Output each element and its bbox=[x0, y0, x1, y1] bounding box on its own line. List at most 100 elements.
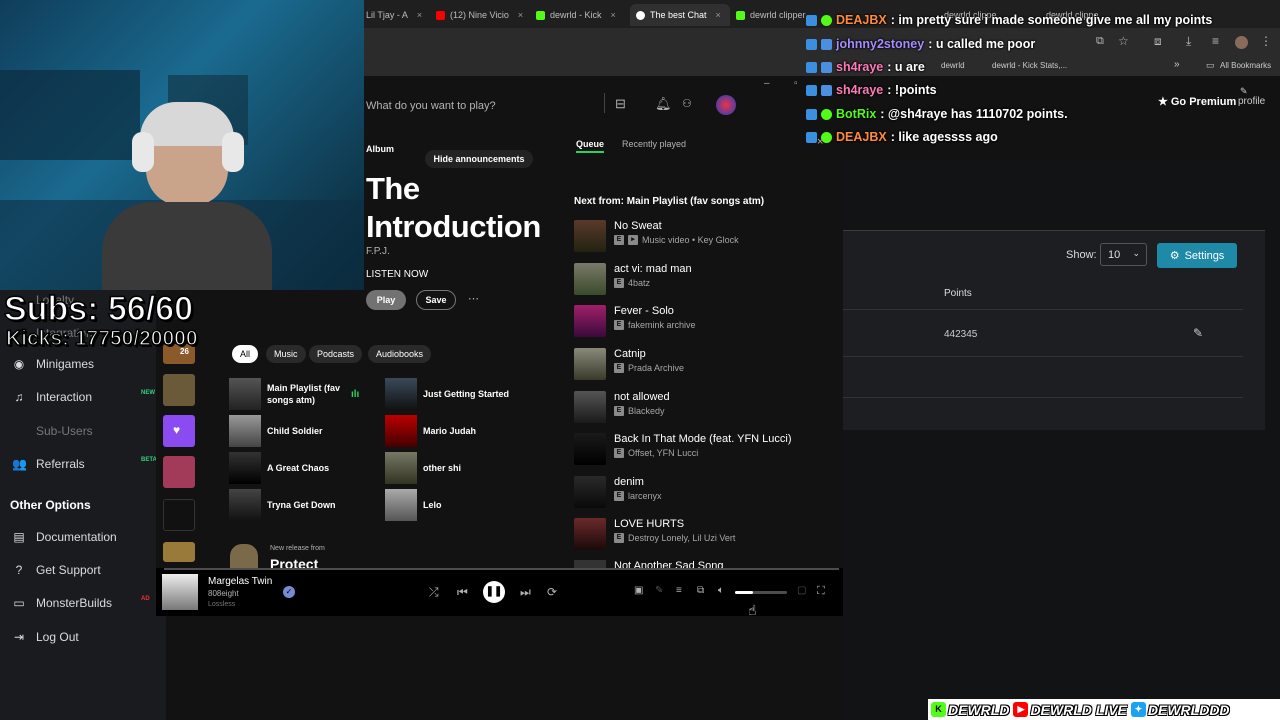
sidebar-item-interaction[interactable]: ♫ Interaction bbox=[12, 390, 93, 404]
filter-all[interactable]: All bbox=[232, 345, 259, 363]
queue-item-clipped[interactable]: Not Another Sad Song bbox=[574, 558, 834, 568]
pause-button[interactable]: ❚❚ bbox=[483, 581, 505, 603]
browse-icon[interactable]: ⊟ bbox=[615, 96, 626, 112]
next-icon[interactable]: ⏭ bbox=[520, 585, 531, 600]
queue-item[interactable]: No Sweat E ▸ Music video • Key Glock bbox=[574, 218, 834, 254]
tab-recently-played[interactable]: Recently played bbox=[622, 139, 686, 149]
lyrics-icon[interactable]: ✎ bbox=[655, 585, 663, 596]
minimize-icon[interactable]: – bbox=[764, 78, 770, 89]
filter-audiobooks[interactable]: Audiobooks bbox=[368, 345, 432, 363]
queue-item[interactable]: Catnip E Prada Archive bbox=[574, 346, 834, 382]
sidebar-item-minigames[interactable]: ◉ Minigames bbox=[12, 357, 94, 371]
avatar[interactable] bbox=[716, 95, 736, 115]
extensions-icon[interactable]: ⧈ bbox=[1154, 34, 1162, 49]
connect-device-icon[interactable]: ⧉ bbox=[697, 585, 704, 596]
queue-item[interactable]: act vi: mad man E 4batz bbox=[574, 261, 834, 297]
bell-icon[interactable]: 🔔︎ bbox=[655, 96, 672, 112]
browser-tab[interactable]: (12) Nine Vicio × bbox=[436, 6, 524, 24]
sidebar-item-documentation[interactable]: ▤ Documentation bbox=[12, 530, 116, 544]
chevron-right-icon[interactable]: » bbox=[1174, 59, 1180, 70]
close-icon[interactable]: × bbox=[518, 10, 523, 20]
previous-icon[interactable]: ⏮ bbox=[457, 585, 468, 600]
queue-icon[interactable]: ≡ bbox=[676, 585, 682, 596]
fullscreen-icon[interactable]: ⛶ bbox=[817, 585, 825, 598]
bookmark-kick-stats[interactable]: dewrld - Kick Stats,... bbox=[992, 61, 1067, 70]
maximize-icon[interactable]: ▫ bbox=[794, 78, 798, 89]
show-label: Show: bbox=[1066, 249, 1097, 261]
browser-tab-active[interactable]: The best Chat × bbox=[630, 4, 730, 26]
edit-icon[interactable]: ✎ bbox=[1193, 326, 1203, 340]
artist-avatar[interactable] bbox=[230, 544, 258, 568]
grid-card[interactable]: Child Soldier bbox=[229, 415, 379, 447]
tab-queue[interactable]: Queue bbox=[576, 139, 605, 153]
new-release-title[interactable]: Protect bbox=[270, 556, 318, 568]
library-thumb[interactable] bbox=[163, 542, 195, 562]
volume-slider[interactable] bbox=[735, 591, 787, 594]
sidebar-item-get-support[interactable]: ? Get Support bbox=[12, 563, 101, 577]
close-icon[interactable]: × bbox=[611, 10, 616, 20]
save-button[interactable]: Save bbox=[416, 290, 456, 310]
play-button-label: Play bbox=[376, 295, 396, 305]
shuffle-icon[interactable]: ⤮ bbox=[429, 585, 439, 600]
download-icon[interactable]: ⤓ bbox=[1186, 34, 1191, 49]
now-playing-view-icon[interactable]: ▣ bbox=[634, 585, 643, 596]
more-icon[interactable]: ⋯ bbox=[468, 292, 479, 305]
tab-title: dewrld - Kick bbox=[550, 10, 602, 20]
show-select-value: 10 bbox=[1108, 249, 1121, 261]
miniplayer-icon[interactable]: ▢ bbox=[797, 585, 806, 596]
grid-card[interactable]: Mario Judah bbox=[385, 415, 535, 447]
close-icon[interactable]: × bbox=[716, 10, 721, 20]
menu-icon[interactable]: ⋮ bbox=[1260, 34, 1272, 48]
sidebar-item-log-out[interactable]: ⇥ Log Out bbox=[12, 630, 79, 644]
library-thumb[interactable] bbox=[163, 456, 195, 488]
grid-card[interactable]: Just Getting Started bbox=[385, 378, 535, 410]
all-bookmarks[interactable]: All Bookmarks bbox=[1220, 61, 1271, 70]
sidebar-item-sub-users[interactable]: Sub-Users bbox=[36, 424, 93, 438]
grid-card[interactable]: other shi bbox=[385, 452, 535, 484]
cover-image bbox=[574, 391, 606, 423]
filter-podcasts[interactable]: Podcasts bbox=[309, 345, 363, 363]
search-input[interactable]: What do you want to play? bbox=[364, 96, 606, 116]
repeat-icon[interactable]: ⟳ bbox=[547, 585, 557, 599]
star-icon[interactable]: ☆ bbox=[1118, 34, 1129, 48]
queue-item[interactable]: denim Elarcenyx bbox=[574, 474, 834, 510]
friends-icon[interactable]: ⚇ bbox=[682, 97, 692, 110]
progress-track[interactable] bbox=[164, 568, 839, 570]
grid-card[interactable]: A Great Chaos bbox=[229, 452, 379, 484]
filter-music[interactable]: Music bbox=[266, 345, 306, 363]
close-icon[interactable]: × bbox=[417, 10, 422, 20]
play-button[interactable]: Play bbox=[366, 290, 406, 310]
queue-item[interactable]: Fever - Solo Efakemink archive bbox=[574, 303, 834, 339]
liked-songs-thumb[interactable]: ♥ bbox=[163, 415, 195, 447]
sidebar-item-referrals[interactable]: 👥 Referrals bbox=[12, 457, 85, 471]
points-value: 442345 bbox=[944, 329, 978, 340]
grid-card[interactable]: Main Playlist (fav songs atm) ılı bbox=[229, 378, 379, 410]
media-icon[interactable]: ≡ bbox=[1212, 34, 1219, 48]
browser-tab[interactable]: dewrld - Kick × bbox=[536, 6, 616, 24]
show-select[interactable]: 10 ⌄ bbox=[1100, 243, 1147, 266]
avatar[interactable] bbox=[1235, 36, 1248, 49]
now-playing-title[interactable]: Margelas Twin bbox=[208, 576, 272, 587]
new-badge: NEW bbox=[141, 390, 155, 396]
queue-item[interactable]: LOVE HURTS E Destroy Lonely, Lil Uzi Vert bbox=[574, 516, 834, 552]
sidebar-item-monsterbuilds[interactable]: ▭ MonsterBuilds bbox=[12, 596, 112, 610]
grid-card[interactable]: Lelo bbox=[385, 489, 535, 521]
grid-card[interactable]: Tryna Get Down bbox=[229, 489, 379, 521]
now-playing-cover[interactable] bbox=[162, 574, 198, 610]
check-icon[interactable]: ✓ bbox=[283, 586, 295, 598]
go-premium-button[interactable]: ★ Go Premium bbox=[1158, 95, 1236, 109]
library-thumb[interactable] bbox=[163, 374, 195, 406]
browser-tab[interactable]: Lil Tjay - A × bbox=[366, 6, 432, 24]
library-thumb[interactable] bbox=[163, 499, 195, 531]
hide-announcements-button[interactable]: Hide announcements bbox=[425, 150, 533, 168]
profile-link[interactable]: profile bbox=[1238, 96, 1265, 107]
bookmark-dewrld[interactable]: dewrld bbox=[941, 61, 965, 70]
translate-icon[interactable]: ⧉ bbox=[1096, 35, 1104, 48]
now-playing-artist[interactable]: 808eight bbox=[208, 589, 239, 598]
track-subtitle: Elarcenyx bbox=[614, 491, 662, 501]
queue-item[interactable]: Back In That Mode (feat. YFN Lucci) E Off… bbox=[574, 431, 834, 467]
browser-tab[interactable]: dewrld clipper bbox=[736, 6, 816, 24]
settings-button[interactable]: ⚙ Settings bbox=[1157, 243, 1237, 268]
queue-item[interactable]: not allowed E Blackedy bbox=[574, 389, 834, 425]
volume-icon[interactable]: 🔈︎ bbox=[718, 585, 724, 596]
